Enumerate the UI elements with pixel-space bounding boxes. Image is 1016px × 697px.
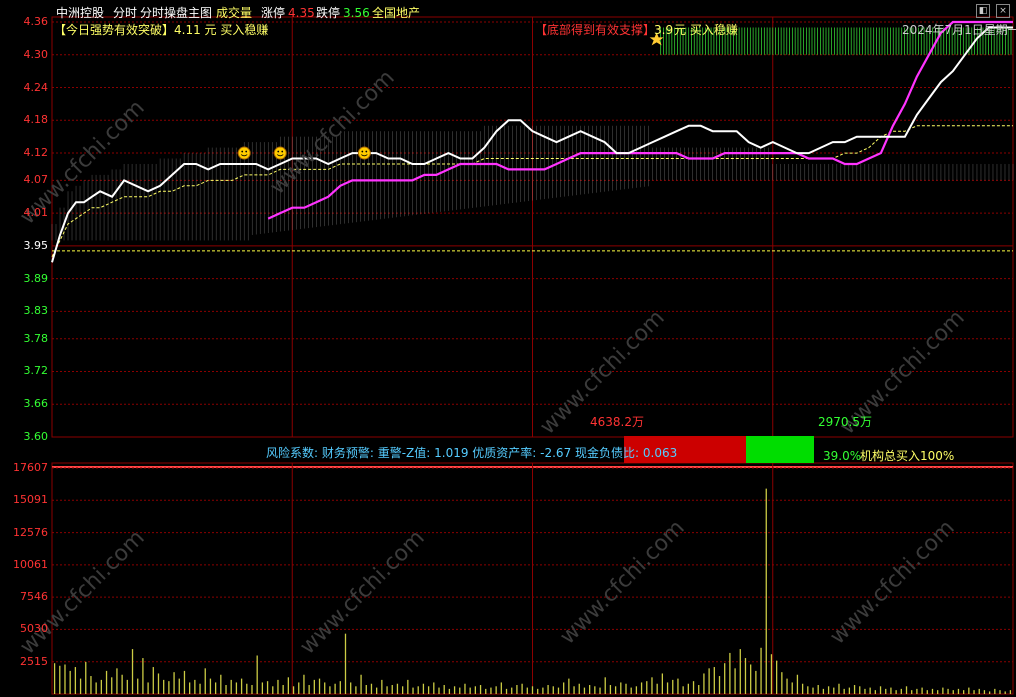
smiley-eye [277, 150, 280, 153]
settings-icon[interactable]: ◧ [976, 4, 990, 18]
volume-tick-label: 17607 [13, 461, 48, 474]
price-tick-label: 3.72 [23, 364, 49, 378]
price-tick-label: 4.18 [23, 113, 49, 127]
price-tick-label: 4.07 [23, 173, 49, 187]
price-tick-label: 3.78 [23, 331, 49, 345]
breakout-signal: 【今日强势有效突破】 [54, 23, 175, 37]
smiley-eye [365, 150, 368, 153]
volume-tick-label: 15091 [13, 493, 48, 507]
price-tick-label: 4.12 [23, 146, 49, 160]
volume-label: 成交量 [216, 6, 253, 20]
smiley-icon [357, 146, 371, 160]
limit-down-value: 3.56 [343, 6, 370, 20]
limit-up-label: 涨停 [261, 6, 286, 20]
risk-text: 风险系数: 财务预警: 重警-Z值: 1.019 优质资产率: -2.67 现金… [266, 446, 678, 460]
smiley-eye [361, 150, 364, 153]
price-tick-label: 3.66 [23, 397, 49, 411]
support-price: 3.9 [654, 23, 674, 37]
price-tick-label: 4.24 [23, 80, 49, 94]
smiley-eye [245, 150, 248, 153]
smiley-icon [273, 146, 287, 160]
stock-name[interactable]: 中洲控股 [56, 6, 104, 20]
volume-tick-label: 10061 [13, 557, 48, 571]
support-signal: 【底部得到有效支撑】 [535, 23, 656, 37]
buy-percent: 39.0% [823, 449, 862, 463]
mode-label[interactable]: 分时 [113, 6, 137, 20]
sector-label[interactable]: 全国地产 [372, 6, 420, 20]
limit-up-value: 4.35 [288, 6, 315, 20]
buy-bar [746, 436, 814, 463]
price-tick-label: 3.95 [23, 238, 49, 252]
volume-tick-label: 12576 [13, 525, 48, 539]
sell-amount: 4638.2万 [590, 415, 644, 429]
volume-tick-label: 5030 [20, 622, 48, 636]
buy-amount: 2970.5万 [818, 415, 872, 429]
close-icon[interactable]: × [996, 4, 1010, 18]
support-tail: 元 买入稳赚 [674, 23, 738, 37]
price-tick-label: 3.89 [23, 271, 49, 285]
date-label: 2024年7月1日星期一 [902, 23, 1016, 37]
price-tick-label: 4.01 [23, 206, 49, 220]
price-tick-label: 3.60 [23, 430, 49, 443]
price-tick-label: 3.83 [23, 304, 49, 318]
price-tick-label: 4.30 [23, 47, 49, 61]
volume-tick-label: 7546 [20, 590, 48, 604]
smiley-eye [281, 150, 284, 153]
indicator-name[interactable]: 分时操盘主图 [140, 6, 212, 20]
price-tick-label: 4.36 [23, 15, 49, 28]
institution-text: 机构总买入100% [860, 449, 955, 463]
breakout-price: 4.11 元 买入稳赚 [174, 23, 269, 37]
chart-stage: www.cfchi.com www.cfchi.com www.cfchi.co… [0, 0, 1016, 697]
smiley-icon [237, 146, 251, 160]
limit-down-label: 跌停 [316, 6, 341, 20]
volume-tick-label: 2515 [20, 654, 48, 668]
smiley-eye [241, 150, 244, 153]
